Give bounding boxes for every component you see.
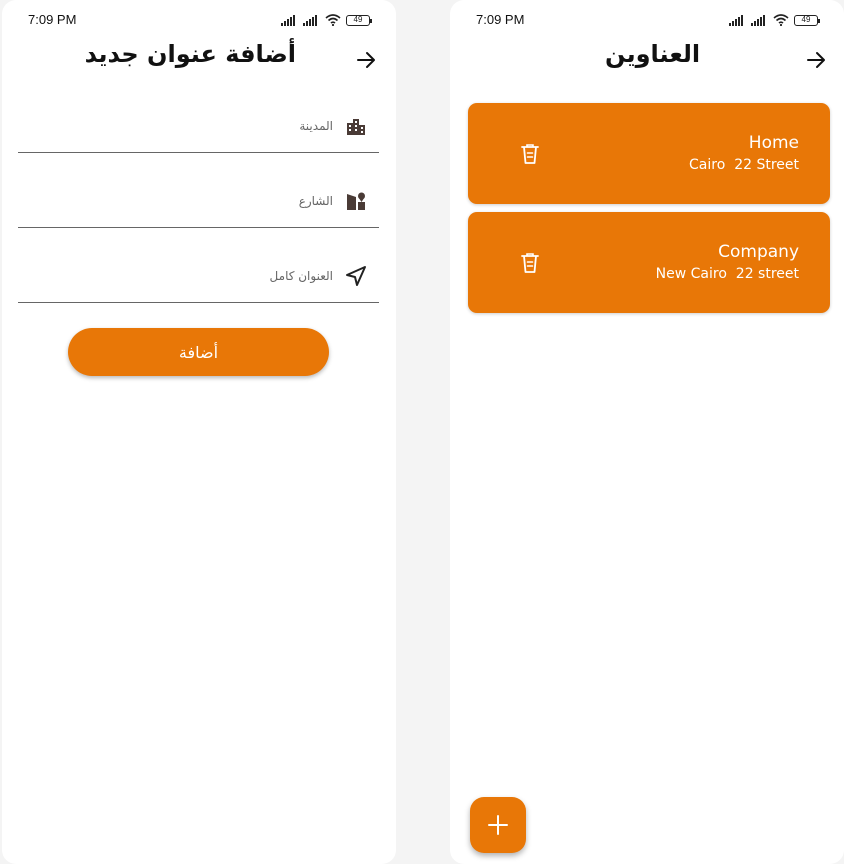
city-input[interactable] [18, 111, 333, 141]
signal-icon [729, 14, 743, 26]
addresses-screen: 7:09 PM 49 العناوين Home Cairo 22 Street [450, 0, 844, 864]
add-address-fab[interactable] [470, 797, 526, 853]
address-card[interactable]: Company New Cairo 22 street [468, 212, 830, 313]
signal-icon [281, 14, 295, 26]
full-address-input[interactable] [18, 261, 333, 291]
wifi-icon [325, 14, 341, 26]
wifi-icon [773, 14, 789, 26]
address-card[interactable]: Home Cairo 22 Street [468, 103, 830, 204]
status-time: 7:09 PM [28, 12, 77, 27]
signal-icon [303, 14, 317, 26]
add-address-button[interactable]: أضافة [68, 328, 329, 376]
address-name: Home [748, 133, 799, 153]
back-arrow-icon[interactable] [805, 49, 827, 71]
street-input[interactable] [18, 186, 333, 216]
status-icons: 49 [281, 14, 372, 26]
navigation-icon [346, 266, 366, 286]
street-field[interactable] [18, 174, 379, 228]
back-arrow-icon[interactable] [355, 49, 377, 71]
battery-level: 49 [801, 14, 811, 24]
add-address-screen: 7:09 PM 49 أضافة عنوان جديد المدينة الشا… [2, 0, 396, 864]
status-icons: 49 [729, 14, 820, 26]
street-icon [347, 192, 365, 210]
status-bar: 7:09 PM 49 [2, 12, 396, 30]
status-bar: 7:09 PM 49 [450, 12, 844, 30]
city-field[interactable] [18, 99, 379, 153]
battery-level: 49 [353, 14, 363, 24]
city-icon [347, 119, 365, 135]
trash-icon[interactable] [519, 251, 541, 275]
trash-icon[interactable] [519, 142, 541, 166]
address-detail: Cairo 22 Street [689, 157, 799, 173]
battery-icon: 49 [794, 14, 820, 26]
signal-icon [751, 14, 765, 26]
page-title: العناوين [605, 40, 701, 68]
battery-icon: 49 [346, 14, 372, 26]
address-detail: New Cairo 22 street [655, 266, 799, 282]
address-name: Company [718, 242, 799, 262]
full-address-field[interactable] [18, 249, 379, 303]
plus-icon [488, 815, 508, 835]
page-title: أضافة عنوان جديد [84, 40, 296, 68]
status-time: 7:09 PM [476, 12, 525, 27]
